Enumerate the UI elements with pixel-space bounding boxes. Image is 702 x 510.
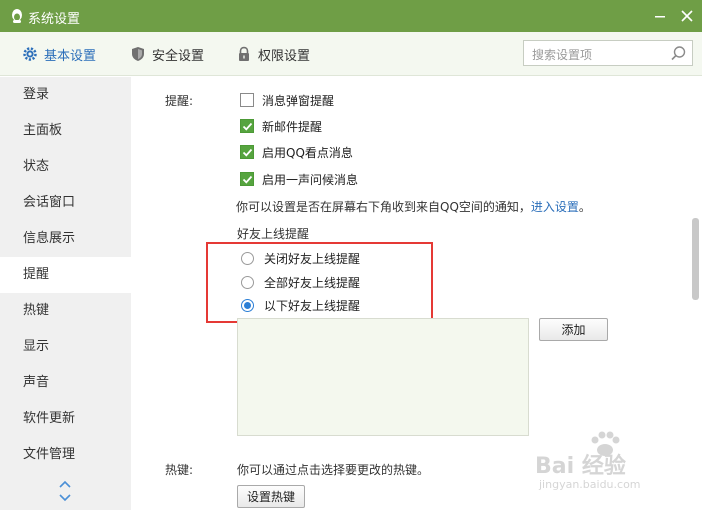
checkbox-box[interactable]	[240, 172, 254, 186]
content-scrollbar[interactable]	[692, 218, 699, 300]
set-hotkey-button[interactable]: 设置热键	[237, 485, 305, 508]
chevron-down-icon[interactable]	[57, 492, 73, 504]
sidebar-item-display[interactable]: 显示	[0, 329, 131, 365]
window-title: 系统设置	[28, 12, 81, 27]
tab-permission-settings[interactable]: 权限设置	[236, 44, 310, 64]
tab-label: 基本设置	[44, 48, 97, 64]
settings-toolbar: 基本设置 安全设置 权限设置 搜索设置项	[0, 32, 702, 76]
title-bar: 系统设置	[0, 0, 702, 32]
baidu-jingyan-watermark: Bai 经验 jingyan.baidu.com	[535, 430, 695, 500]
sidebar-item-label: 信息展示	[23, 231, 76, 246]
sidebar-item-label: 提醒	[23, 267, 50, 282]
sidebar-item-label: 软件更新	[23, 411, 76, 426]
sidebar-item-label: 状态	[23, 159, 50, 174]
sidebar: 登录 主面板 状态 会话窗口 信息展示 提醒 热键 显示 声音 软件更新 文件管…	[0, 77, 131, 510]
checkbox-message-popup[interactable]: 消息弹窗提醒	[240, 92, 334, 108]
sidebar-item-label: 热键	[23, 303, 50, 318]
shield-icon	[132, 47, 144, 61]
search-icon[interactable]	[670, 45, 687, 62]
checkbox-box[interactable]	[240, 145, 254, 159]
checkbox-box[interactable]	[240, 119, 254, 133]
sidebar-item-label: 会话窗口	[23, 195, 76, 210]
checkbox-label: 新邮件提醒	[262, 119, 323, 134]
checkbox-greeting-message[interactable]: 启用一声问候消息	[240, 171, 358, 187]
checkbox-label: 启用一声问候消息	[262, 172, 359, 187]
red-highlight-box	[206, 242, 433, 323]
sidebar-item-sound[interactable]: 声音	[0, 365, 131, 401]
note-text: 你可以设置是否在屏幕右下角收到来自QQ空间的通知，	[236, 200, 531, 214]
checkbox-qq-kandian[interactable]: 启用QQ看点消息	[240, 144, 353, 160]
sidebar-item-file-management[interactable]: 文件管理	[0, 437, 131, 473]
sidebar-item-status[interactable]: 状态	[0, 149, 131, 185]
tab-security-settings[interactable]: 安全设置	[130, 44, 204, 64]
checkmark-icon	[242, 148, 253, 157]
sidebar-item-label: 文件管理	[23, 447, 76, 462]
sidebar-item-info-display[interactable]: 信息展示	[0, 221, 131, 257]
search-input[interactable]: 搜索设置项	[523, 40, 693, 66]
watermark-brand: Bai 经验	[535, 454, 626, 479]
minimize-icon[interactable]	[650, 6, 670, 26]
search-placeholder: 搜索设置项	[532, 48, 593, 62]
checkbox-label: 消息弹窗提醒	[262, 93, 335, 108]
reminder-section-label: 提醒:	[165, 94, 194, 108]
checkmark-icon	[242, 175, 253, 184]
add-friend-button[interactable]: 添加	[539, 318, 608, 341]
enter-settings-link[interactable]: 进入设置	[531, 200, 579, 214]
sidebar-item-hotkey[interactable]: 热键	[0, 293, 131, 329]
chevron-up-icon[interactable]	[57, 478, 73, 490]
sidebar-item-main-panel[interactable]: 主面板	[0, 113, 131, 149]
checkbox-box[interactable]	[240, 93, 254, 107]
checkmark-icon	[242, 122, 253, 131]
qzone-notification-note: 你可以设置是否在屏幕右下角收到来自QQ空间的通知，进入设置。	[236, 198, 591, 215]
friend-list-box[interactable]	[237, 318, 529, 436]
close-icon[interactable]	[677, 6, 697, 26]
hotkey-section-label: 热键:	[165, 463, 194, 477]
hotkey-description: 你可以通过点击选择要更改的热键。	[237, 463, 430, 477]
sidebar-item-login[interactable]: 登录	[0, 77, 131, 113]
friend-online-heading: 好友上线提醒	[237, 227, 310, 241]
checkbox-label: 启用QQ看点消息	[262, 145, 353, 160]
sidebar-item-reminder[interactable]: 提醒	[0, 257, 131, 293]
tab-label: 安全设置	[152, 48, 205, 64]
checkbox-new-mail[interactable]: 新邮件提醒	[240, 118, 322, 134]
gear-icon	[23, 47, 37, 61]
tab-label: 权限设置	[258, 48, 311, 64]
sidebar-item-software-update[interactable]: 软件更新	[0, 401, 131, 437]
sidebar-item-label: 声音	[23, 375, 50, 390]
sidebar-item-label: 主面板	[23, 123, 63, 138]
sidebar-item-label: 显示	[23, 339, 50, 354]
lock-icon	[239, 46, 249, 61]
note-end: 。	[578, 200, 591, 214]
sidebar-item-label: 登录	[23, 87, 50, 102]
sidebar-item-chat-window[interactable]: 会话窗口	[0, 185, 131, 221]
tab-basic-settings[interactable]: 基本设置	[22, 44, 96, 64]
watermark-url: jingyan.baidu.com	[539, 478, 641, 491]
qq-penguin-icon	[12, 9, 22, 23]
